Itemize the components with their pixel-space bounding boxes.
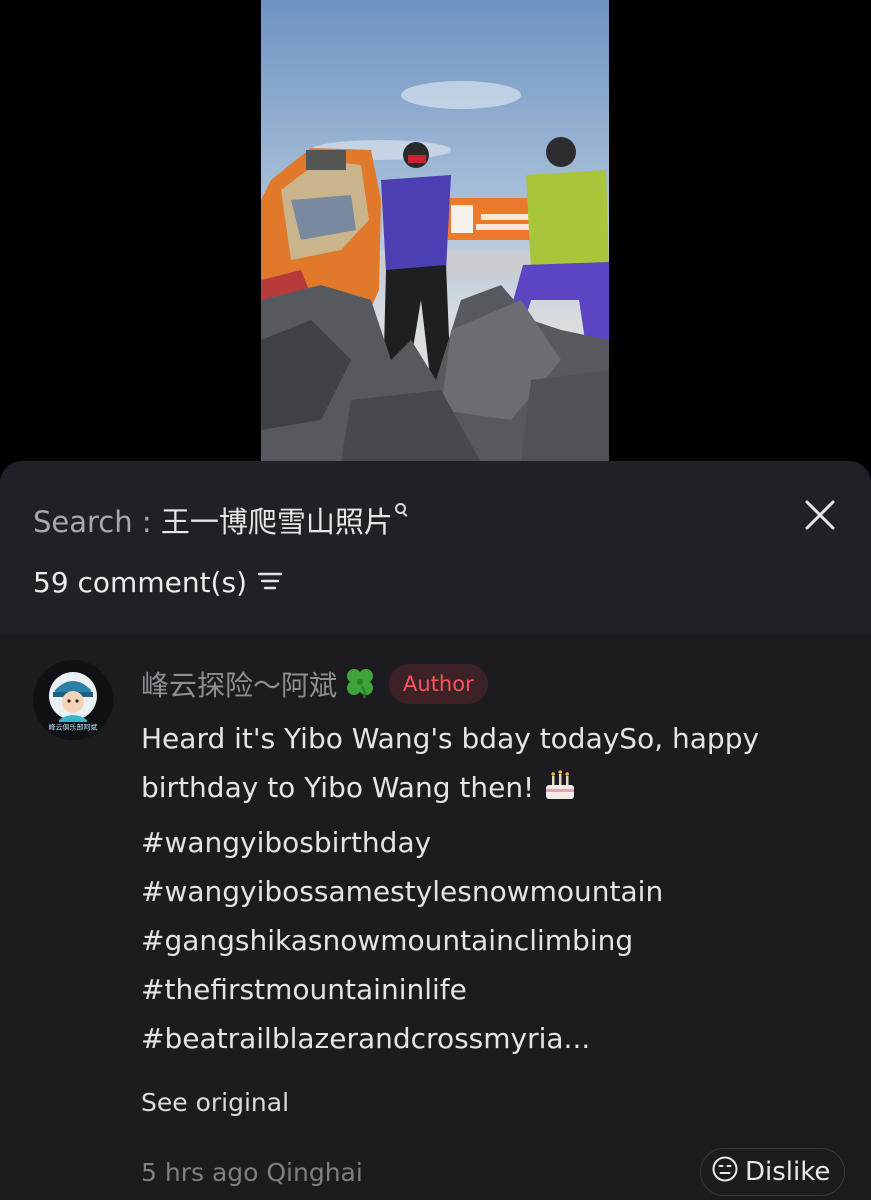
hashtag-link[interactable]: #wangyibossamestylesnowmountain [141,867,831,916]
comment-body: Heard it's Yibo Wang's bday todaySo, hap… [141,714,831,1063]
search-label: Search : [33,505,161,539]
sort-icon[interactable] [257,566,283,599]
hashtag-link[interactable]: #beatrailblazerandcrossmyria... [141,1014,831,1063]
hashtag-link[interactable]: #thefirstmountaininlife [141,965,831,1014]
hashtag-link[interactable]: #gangshikasnowmountainclimbing [141,916,831,965]
comment-count: 59 comment(s) [33,566,247,599]
comment-line-with-emoji: birthday to Yibo Wang then! [141,763,831,818]
comment-line: Heard it's Yibo Wang's bday todaySo, hap… [141,722,760,755]
comment-count-row: 59 comment(s) [33,566,283,599]
avatar-caption: 峰云俱乐部阿斌 [49,723,98,732]
hashtag-link[interactable]: #wangyibosbirthday [141,818,831,867]
see-original-link[interactable]: See original [141,1088,289,1117]
summit-photo [261,0,609,462]
birthday-cake-icon [542,767,578,818]
avatar[interactable]: 峰云俱乐部阿斌 [33,660,113,740]
search-suggestion[interactable]: Search : 王一博爬雪山照片 [33,499,408,541]
neutral-face-icon [711,1155,739,1190]
search-icon [394,503,408,517]
dislike-label: Dislike [745,1157,831,1187]
comment-line: birthday to Yibo Wang then! [141,771,535,804]
comments-sheet-header: Search : 王一博爬雪山照片 59 comment(s) [0,461,871,634]
close-icon [805,500,835,530]
close-button[interactable] [800,495,840,535]
video-player[interactable] [261,0,609,462]
comments-sheet: Search : 王一博爬雪山照片 59 comment(s) 峰云俱乐部阿斌 … [0,461,871,1200]
comment-meta: 5 hrs ago Qinghai [141,1158,363,1187]
author-row: 峰云探险～阿斌 Author [141,664,488,704]
dislike-button[interactable]: Dislike [700,1148,846,1196]
author-name[interactable]: 峰云探险～阿斌 [141,664,337,704]
author-badge: Author [389,664,488,704]
search-query: 王一博爬雪山照片 [160,505,393,539]
four-leaf-clover-icon [343,665,377,703]
comment-item: 峰云俱乐部阿斌 峰云探险～阿斌 Author Heard it's Yibo W… [0,634,871,1200]
